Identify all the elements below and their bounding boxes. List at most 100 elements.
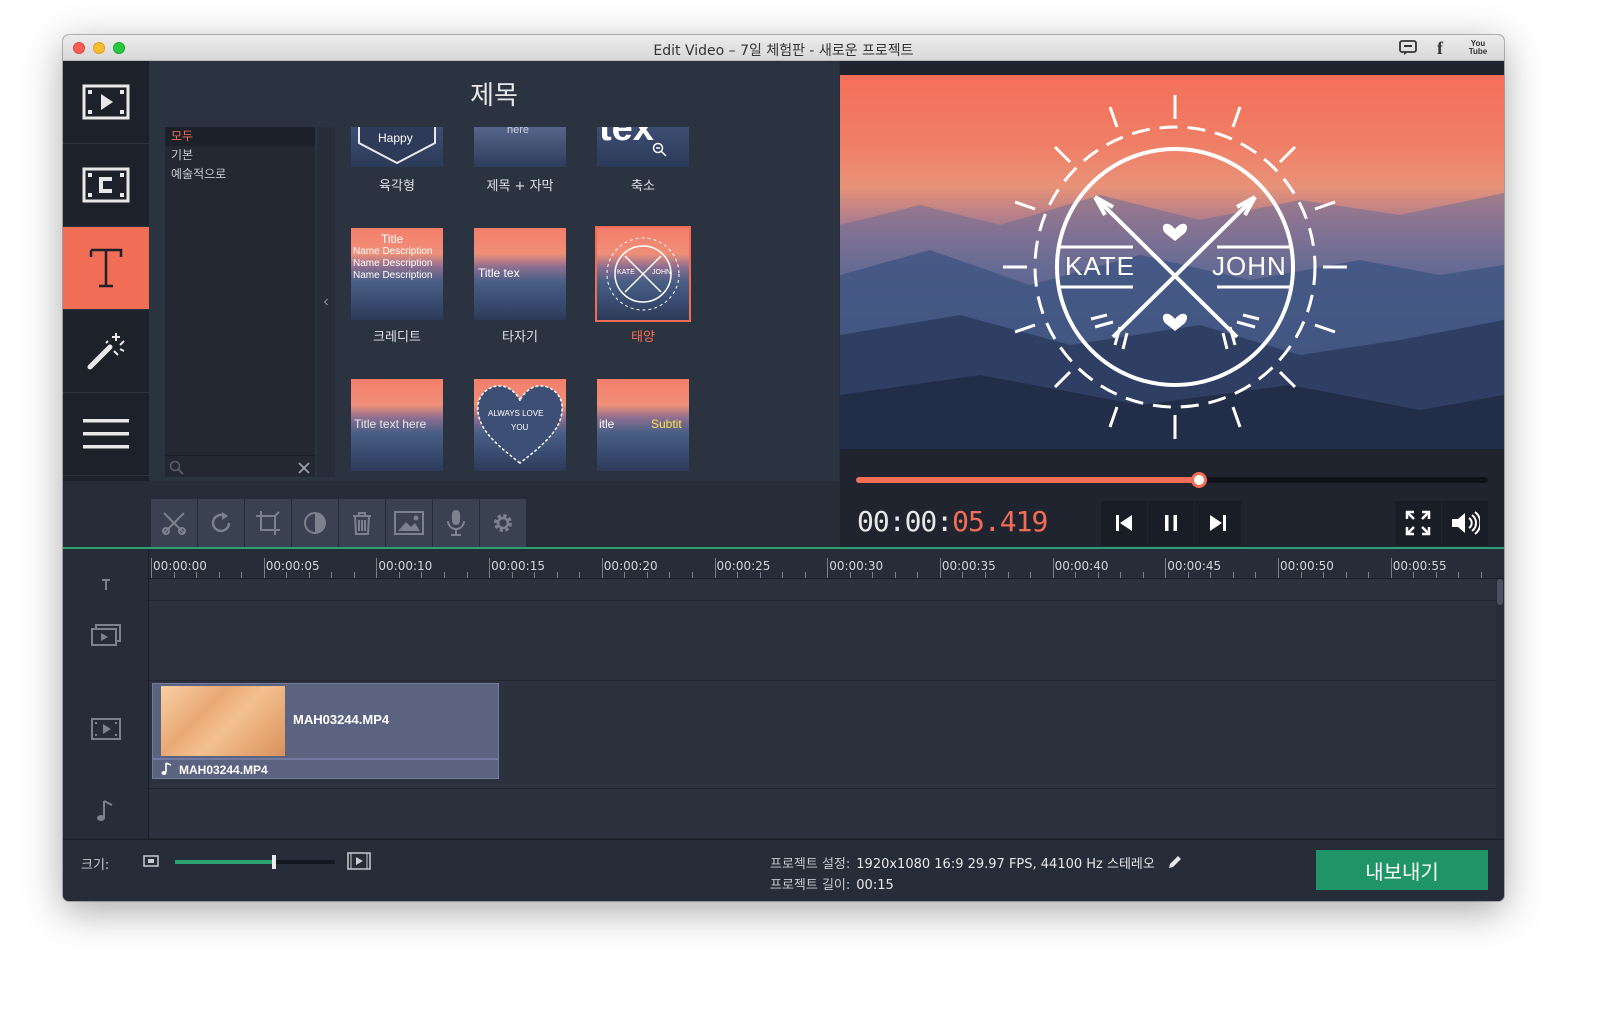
clip-settings-button[interactable] bbox=[480, 499, 526, 547]
playback-scrubber[interactable] bbox=[856, 472, 1488, 488]
ruler-tick-label: 00:00:35 bbox=[941, 559, 996, 573]
titles-panel: 제목 모두 기본 예술적으로 ‹ Happy 육각형 here 제목 + 자막 bbox=[149, 61, 899, 481]
ruler-minor-tick bbox=[646, 572, 648, 578]
timecode-display: 00:00:05.419 bbox=[857, 505, 1048, 538]
category-basic[interactable]: 기본 bbox=[165, 146, 315, 165]
category-all[interactable]: 모두 bbox=[165, 127, 315, 146]
ruler-minor-tick bbox=[962, 572, 964, 578]
timeline-zoom-fill bbox=[175, 860, 274, 864]
facebook-icon[interactable]: f bbox=[1430, 38, 1450, 58]
audio-track[interactable] bbox=[149, 789, 1496, 839]
skip-forward-button[interactable] bbox=[1195, 501, 1241, 545]
effects-button[interactable] bbox=[63, 310, 149, 393]
ruler-minor-tick bbox=[624, 572, 626, 578]
crop-button[interactable] bbox=[245, 499, 291, 547]
ruler-tick bbox=[1278, 558, 1279, 578]
film-play-icon bbox=[82, 84, 130, 120]
ruler-minor-tick bbox=[1300, 572, 1302, 578]
left-toolbar bbox=[63, 61, 149, 481]
record-voice-button[interactable] bbox=[433, 499, 479, 547]
video-clip[interactable]: MAH03244.MP4 bbox=[152, 683, 499, 759]
youtube-icon-bottom: Tube bbox=[1468, 47, 1488, 56]
collapse-category-button[interactable]: ‹ bbox=[317, 127, 335, 477]
delete-button[interactable] bbox=[339, 499, 385, 547]
gear-icon bbox=[494, 514, 512, 532]
timeline-zoom-slider[interactable] bbox=[175, 855, 335, 869]
video-clip-name: MAH03244.MP4 bbox=[293, 712, 390, 727]
ruler-tick-label: 00:00:00 bbox=[153, 559, 207, 573]
timeline-scrollbar-thumb[interactable] bbox=[1497, 579, 1503, 605]
tile-text-line: Name Description bbox=[353, 258, 433, 269]
tile-text: here bbox=[507, 127, 530, 136]
ruler-minor-tick bbox=[286, 572, 288, 578]
text-track[interactable] bbox=[149, 579, 1496, 601]
insert-image-button[interactable] bbox=[386, 499, 432, 547]
filters-button[interactable] bbox=[63, 144, 149, 227]
volume-button[interactable] bbox=[1442, 501, 1488, 545]
chat-icon[interactable] bbox=[1398, 39, 1418, 57]
timeline-scrollbar[interactable] bbox=[1496, 579, 1504, 839]
tile-text: Title tex bbox=[478, 266, 520, 280]
ruler-minor-tick bbox=[1007, 572, 1009, 578]
timeline-ruler[interactable]: 00:00:00 00:00:05 00:00:10 00:00:15 00:00:20… bbox=[149, 549, 1504, 579]
tile-text-title: Title bbox=[381, 232, 404, 246]
import-media-button[interactable] bbox=[63, 61, 149, 144]
overlay-track[interactable] bbox=[149, 601, 1496, 681]
tile-thumbnail: tex bbox=[597, 127, 689, 167]
playback-scrubber-handle[interactable] bbox=[1191, 472, 1207, 488]
panel-title: 제목 bbox=[470, 81, 518, 111]
pause-button[interactable] bbox=[1148, 501, 1194, 545]
zoom-in-film-icon[interactable] bbox=[347, 852, 371, 870]
export-button[interactable]: 내보내기 bbox=[1316, 850, 1488, 890]
speaker-icon bbox=[1452, 511, 1480, 535]
tile-thumbnail: Title text here bbox=[351, 379, 443, 471]
cut-button[interactable] bbox=[151, 499, 197, 547]
ruler-minor-tick bbox=[1480, 572, 1482, 578]
ruler-tick-label: 00:00:10 bbox=[378, 559, 433, 573]
playback-progress-fill bbox=[856, 477, 1199, 483]
text-t-icon bbox=[89, 248, 123, 288]
tile-thumbnail: Happy bbox=[351, 127, 443, 167]
project-settings-label: 프로젝트 설정: bbox=[770, 857, 851, 872]
music-note-icon bbox=[161, 762, 172, 775]
left-toolbar-spacer bbox=[63, 481, 149, 546]
ruler-minor-tick bbox=[534, 572, 536, 578]
rotate-button[interactable] bbox=[198, 499, 244, 547]
category-search-field[interactable] bbox=[165, 455, 315, 479]
text-track-icon bbox=[63, 575, 149, 595]
crop-icon bbox=[256, 511, 280, 535]
fullscreen-button[interactable] bbox=[1395, 501, 1441, 545]
timeline-zoom-handle[interactable] bbox=[272, 855, 276, 869]
ruler-tick-label: 00:00:45 bbox=[1167, 559, 1222, 573]
tile-text-bottom: YOU bbox=[511, 423, 529, 432]
track-headers bbox=[63, 549, 149, 839]
overlay-text-right: JOHN bbox=[1212, 251, 1287, 281]
ruler-minor-tick bbox=[1458, 572, 1460, 578]
skip-back-button[interactable] bbox=[1101, 501, 1147, 545]
category-artistic[interactable]: 예술적으로 bbox=[165, 165, 315, 184]
tile-thumbnail: ALWAYS LOVE YOU bbox=[474, 379, 566, 471]
tile-text: Happy bbox=[378, 131, 413, 145]
video-preview[interactable]: KATE JOHN bbox=[840, 75, 1504, 449]
timecode-dim: 00:00: bbox=[857, 505, 953, 538]
zoom-out-film-icon[interactable] bbox=[143, 855, 159, 867]
zoom-out-icon bbox=[652, 142, 667, 157]
titles-button[interactable] bbox=[63, 227, 149, 310]
clear-search-icon[interactable] bbox=[297, 461, 311, 475]
tile-label: 축소 bbox=[631, 179, 655, 194]
mountain-scene bbox=[840, 95, 1504, 449]
tile-thumbnail: KATE JOHN bbox=[595, 226, 691, 322]
edit-pencil-icon[interactable] bbox=[1167, 854, 1183, 870]
color-adjust-button[interactable] bbox=[292, 499, 338, 547]
ruler-minor-tick bbox=[1413, 572, 1415, 578]
ruler-minor-tick bbox=[511, 572, 513, 578]
ruler-minor-tick bbox=[353, 572, 355, 578]
audio-clip[interactable]: MAH03244.MP4 bbox=[152, 759, 499, 779]
youtube-icon[interactable]: You Tube bbox=[1468, 39, 1488, 57]
ruler-minor-tick bbox=[241, 572, 243, 578]
audio-clip-name: MAH03244.MP4 bbox=[179, 763, 268, 777]
search-icon bbox=[169, 460, 184, 475]
ruler-minor-tick bbox=[466, 572, 468, 578]
ruler-minor-tick bbox=[1435, 572, 1437, 578]
more-tools-button[interactable] bbox=[63, 393, 149, 476]
